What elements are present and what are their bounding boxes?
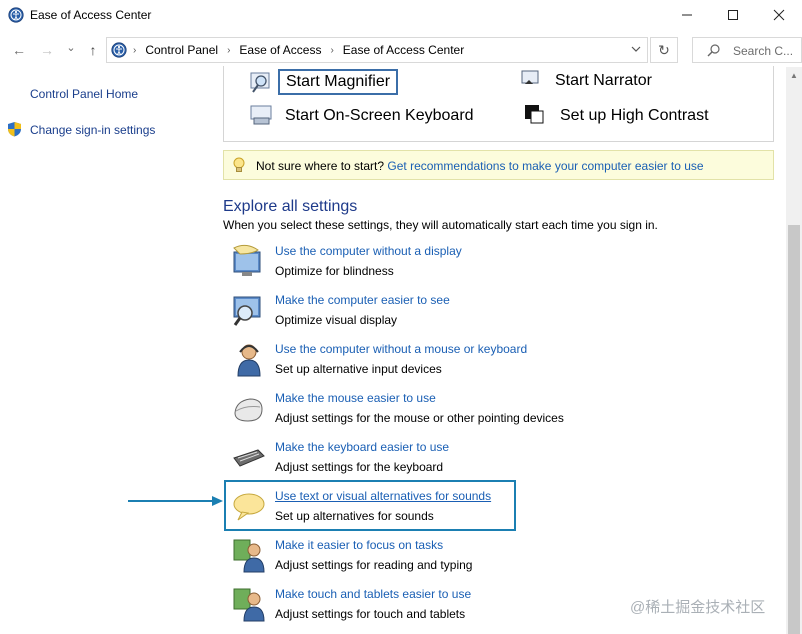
back-button[interactable]: ← (10, 40, 28, 60)
breadcrumb-separator-icon[interactable]: › (227, 45, 230, 56)
setting-link[interactable]: Make the mouse easier to use (275, 391, 436, 405)
get-recommendations-link[interactable]: Get recommendations to make your compute… (387, 159, 703, 173)
refresh-icon: ↻ (658, 41, 670, 58)
sidebar-item-control-panel-home[interactable]: Control Panel Home (30, 87, 138, 101)
magnifier-icon (250, 72, 270, 93)
maximize-icon (728, 10, 738, 20)
setting-item-easier-to-see: Make the computer easier to see Optimize… (232, 293, 632, 333)
navigation-bar: ← → ⌄ ↑ › Control Panel › Ease of Access… (0, 33, 802, 67)
keyboard-icon (233, 449, 265, 467)
scroll-up-icon[interactable]: ▲ (790, 71, 798, 80)
people-icon (233, 539, 265, 573)
explore-subheading: When you select these settings, they wil… (223, 218, 658, 232)
set-up-high-contrast-label: Set up High Contrast (560, 107, 709, 124)
search-input[interactable]: Search C... (692, 37, 802, 63)
setting-description: Set up alternative input devices (275, 362, 442, 376)
setting-link[interactable]: Make the keyboard easier to use (275, 440, 449, 454)
explore-heading: Explore all settings (223, 198, 358, 215)
breadcrumb-ease-of-access-center[interactable]: Ease of Access Center (343, 43, 464, 57)
setting-description: Adjust settings for the keyboard (275, 460, 444, 474)
setting-link[interactable]: Make it easier to focus on tasks (275, 538, 443, 552)
start-narrator-label: Start Narrator (555, 72, 652, 89)
setting-item-no-display: Use the computer without a display Optim… (232, 244, 632, 284)
chevron-down-icon: ⌄ (66, 41, 76, 54)
start-magnifier-label: Start Magnifier (286, 73, 391, 90)
close-button[interactable] (756, 0, 802, 30)
minimize-icon (682, 14, 692, 16)
setting-link[interactable]: Use the computer without a display (275, 244, 462, 258)
breadcrumb-separator-icon: › (133, 44, 137, 56)
minimize-button[interactable] (664, 0, 710, 30)
tip-text: Not sure where to start? Get recommendat… (256, 159, 704, 173)
setting-link[interactable]: Make the computer easier to see (275, 293, 450, 307)
up-button[interactable]: ↑ (84, 40, 102, 60)
title-bar: Ease of Access Center (0, 0, 802, 30)
mouse-icon (234, 398, 263, 422)
monitor-magnifier-icon (233, 296, 261, 326)
lightbulb-icon (233, 157, 245, 172)
contrast-icon (525, 105, 544, 124)
start-on-screen-keyboard-button[interactable]: Start On-Screen Keyboard (285, 107, 474, 125)
setting-link[interactable]: Make touch and tablets easier to use (275, 587, 471, 601)
setting-item-focus-tasks: Make it easier to focus on tasks Adjust … (232, 538, 632, 578)
setting-description: Adjust settings for the mouse or other p… (275, 411, 564, 425)
setting-item-no-mouse-keyboard: Use the computer without a mouse or keyb… (232, 342, 632, 382)
refresh-button[interactable]: ↻ (650, 37, 678, 63)
tip-prompt: Not sure where to start? (256, 159, 385, 173)
scrollbar-thumb[interactable] (788, 225, 800, 634)
watermark: @稀土掘金技术社区 (630, 599, 766, 616)
narrator-icon (521, 70, 539, 84)
up-arrow-icon: ↑ (89, 42, 97, 58)
address-dropdown-icon[interactable] (631, 43, 641, 57)
setting-item-keyboard: Make the keyboard easier to use Adjust s… (232, 440, 632, 480)
recent-locations-button[interactable]: ⌄ (64, 37, 78, 57)
person-headset-icon (237, 344, 261, 377)
setting-description: Optimize visual display (275, 313, 398, 327)
address-bar[interactable]: › Control Panel › Ease of Access › Ease … (106, 37, 648, 63)
setting-item-mouse: Make the mouse easier to use Adjust sett… (232, 391, 632, 431)
control-panel-icon (111, 42, 127, 58)
forward-button[interactable]: → (38, 40, 56, 60)
back-arrow-icon: ← (12, 42, 26, 58)
window-title: Ease of Access Center (30, 8, 152, 22)
search-icon (707, 44, 720, 57)
setting-item-touch-tablets: Make touch and tablets easier to use Adj… (232, 587, 632, 627)
people-icon (233, 588, 265, 622)
breadcrumb-separator-icon[interactable]: › (330, 45, 333, 56)
highlight-box (224, 480, 516, 531)
sidebar-item-change-sign-in-settings[interactable]: Change sign-in settings (30, 123, 155, 137)
recommendation-tip: Not sure where to start? Get recommendat… (223, 150, 774, 180)
breadcrumb-ease-of-access[interactable]: Ease of Access (239, 43, 321, 57)
setting-link[interactable]: Use the computer without a mouse or keyb… (275, 342, 527, 356)
quick-access-panel: Start Magnifier Start Narrator Start On-… (223, 66, 774, 142)
setting-description: Adjust settings for reading and typing (275, 558, 473, 572)
search-placeholder: Search C... (733, 44, 794, 58)
maximize-button[interactable] (710, 0, 756, 30)
forward-arrow-icon: → (40, 42, 54, 58)
vertical-scrollbar[interactable]: ▲ (786, 67, 802, 634)
keyboard-icon (250, 105, 272, 125)
ease-of-access-icon (8, 7, 24, 23)
start-narrator-button[interactable]: Start Narrator (555, 72, 652, 90)
shield-icon (8, 122, 21, 137)
breadcrumb: › Control Panel › Ease of Access › Ease … (133, 43, 464, 57)
setting-description: Optimize for blindness (275, 264, 394, 278)
close-icon (773, 9, 785, 21)
set-up-high-contrast-button[interactable]: Set up High Contrast (560, 107, 709, 125)
setting-description: Adjust settings for touch and tablets (275, 607, 466, 621)
start-on-screen-keyboard-label: Start On-Screen Keyboard (285, 107, 474, 124)
breadcrumb-control-panel[interactable]: Control Panel (145, 43, 218, 57)
monitor-speech-icon (233, 244, 261, 276)
pointer-arrow-icon (128, 496, 223, 506)
start-magnifier-button[interactable]: Start Magnifier (278, 69, 399, 95)
